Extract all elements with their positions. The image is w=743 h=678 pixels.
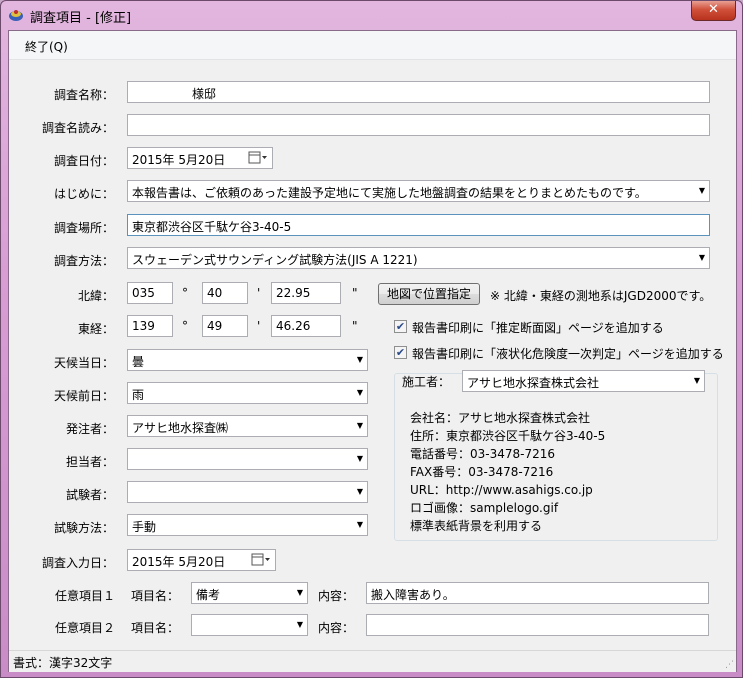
map-location-button[interactable]: 地図で位置指定 [378,283,480,305]
location-field[interactable]: 東京都渋谷区千駄ケ谷3-40-5 [127,214,710,236]
datum-note: ※ 北緯・東経の測地系はJGD2000です。 [490,289,712,303]
person-label: 担当者： [65,455,114,469]
weather-today-label: 天候当日： [53,356,114,370]
second-symbol: " [352,286,358,300]
minute-symbol: ' [257,319,261,333]
check-icon: ✔ [395,346,406,359]
contractor-address: 住所：東京都渋谷区千駄ケ谷3-40-5 [410,429,606,443]
liquefaction-label: 報告書印刷に「液状化危険度一次判定」ページを追加する [412,347,724,361]
optional-2-item-name-select[interactable] [191,614,308,636]
input-date-value: 2015年 5月20日 [132,555,226,569]
form-client-area: 終了(Q) 調査名称： 様邸 調査名読み： 調査日付： 2015年 5月20日 … [8,30,737,672]
tester-label: 試験者： [65,488,114,502]
input-date-label: 調査入力日： [41,556,114,570]
optional-2-item-name-label: 項目名： [131,621,180,635]
section-drawing-label: 報告書印刷に「推定断面図」ページを追加する [412,321,664,335]
latitude-seconds-field[interactable]: 22.95 [271,282,341,304]
location-label: 調査場所： [53,221,114,235]
client-label: 発注者： [65,422,114,436]
method-label: 調査方法： [53,254,114,268]
calendar-icon[interactable] [251,553,271,567]
longitude-minutes-field[interactable]: 49 [202,315,248,337]
minute-symbol: ' [257,286,261,300]
latitude-label: 北緯： [77,289,114,303]
contractor-fax: FAX番号：03-3478-7216 [410,465,554,479]
optional-1-item-name-select[interactable]: 備考 [191,582,308,604]
close-button[interactable]: ✕ [691,1,736,21]
survey-reading-label: 調査名読み： [41,121,114,135]
longitude-label: 東経： [77,322,114,336]
contractor-cover: 標準表紙背景を利用する [410,519,543,533]
survey-date-value: 2015年 5月20日 [132,153,226,167]
window: 調査項目 - [修正] ✕ 終了(Q) 調査名称： 様邸 調査名読み： 調査日付… [0,0,743,678]
contractor-select[interactable]: アサヒ地水探査株式会社 [462,370,705,392]
latitude-degrees-field[interactable]: 035 [127,282,173,304]
optional-1-content-label: 内容： [318,589,355,603]
weather-prev-select[interactable]: 雨 [127,382,368,404]
optional-2-label: 任意項目２ [55,621,116,635]
intro-label: はじめに： [53,187,114,201]
menu-bar: 終了(Q) [9,31,736,60]
tester-select[interactable] [127,481,368,503]
contractor-logo: ロゴ画像：samplelogo.gif [410,501,559,515]
person-select[interactable] [127,448,368,470]
status-bar: 書式：漢字32文字 ⋰ [9,650,736,672]
optional-1-content-field[interactable]: 搬入障害あり。 [366,582,709,604]
survey-name-label: 調査名称： [53,88,114,102]
liquefaction-checkbox[interactable]: ✔ [394,346,407,359]
degree-symbol: ° [182,286,188,300]
survey-reading-field[interactable] [127,114,710,136]
degree-symbol: ° [182,319,188,333]
calendar-icon[interactable] [248,151,268,165]
longitude-seconds-field[interactable]: 46.26 [271,315,341,337]
app-icon [9,10,23,21]
client-select[interactable]: アサヒ地水探査㈱ [127,415,368,437]
intro-select[interactable]: 本報告書は、ご依頼のあった建設予定地にて実施した地盤調査の結果をとりまとめたもの… [127,180,710,202]
contractor-company: 会社名：アサヒ地水探査株式会社 [410,411,591,425]
survey-date-picker[interactable]: 2015年 5月20日 [127,147,273,169]
contractor-label: 施工者： [402,375,451,389]
contractor-details: 会社名：アサヒ地水探査株式会社 住所：東京都渋谷区千駄ケ谷3-40-5 電話番号… [410,409,605,535]
longitude-degrees-field[interactable]: 139 [127,315,173,337]
window-title: 調査項目 - [修正] [30,11,132,26]
status-text: 書式：漢字32文字 [13,656,113,670]
latitude-minutes-field[interactable]: 40 [202,282,248,304]
weather-prev-label: 天候前日： [53,389,114,403]
resize-grip-icon[interactable]: ⋰ [725,660,734,670]
second-symbol: " [352,319,358,333]
optional-1-item-name-label: 項目名： [131,589,180,603]
section-drawing-checkbox[interactable]: ✔ [394,320,407,333]
method-select[interactable]: スウェーデン式サウンディング試験方法(JIS A 1221) [127,247,710,269]
contractor-url: URL：http://www.asahigs.co.jp [410,483,593,497]
contractor-phone: 電話番号：03-3478-7216 [410,447,556,461]
optional-1-label: 任意項目１ [55,589,116,603]
menu-exit[interactable]: 終了(Q) [25,38,68,55]
check-icon: ✔ [395,320,406,333]
optional-2-content-field[interactable] [366,614,709,636]
input-date-picker[interactable]: 2015年 5月20日 [127,549,276,571]
title-bar: 調査項目 - [修正] ✕ [1,1,742,29]
test-method-label: 試験方法： [53,521,114,535]
survey-name-field[interactable]: 様邸 [127,81,710,103]
optional-2-content-label: 内容： [318,621,355,635]
survey-date-label: 調査日付： [53,154,114,168]
test-method-select[interactable]: 手動 [127,514,368,536]
weather-today-select[interactable]: 曇 [127,349,368,371]
